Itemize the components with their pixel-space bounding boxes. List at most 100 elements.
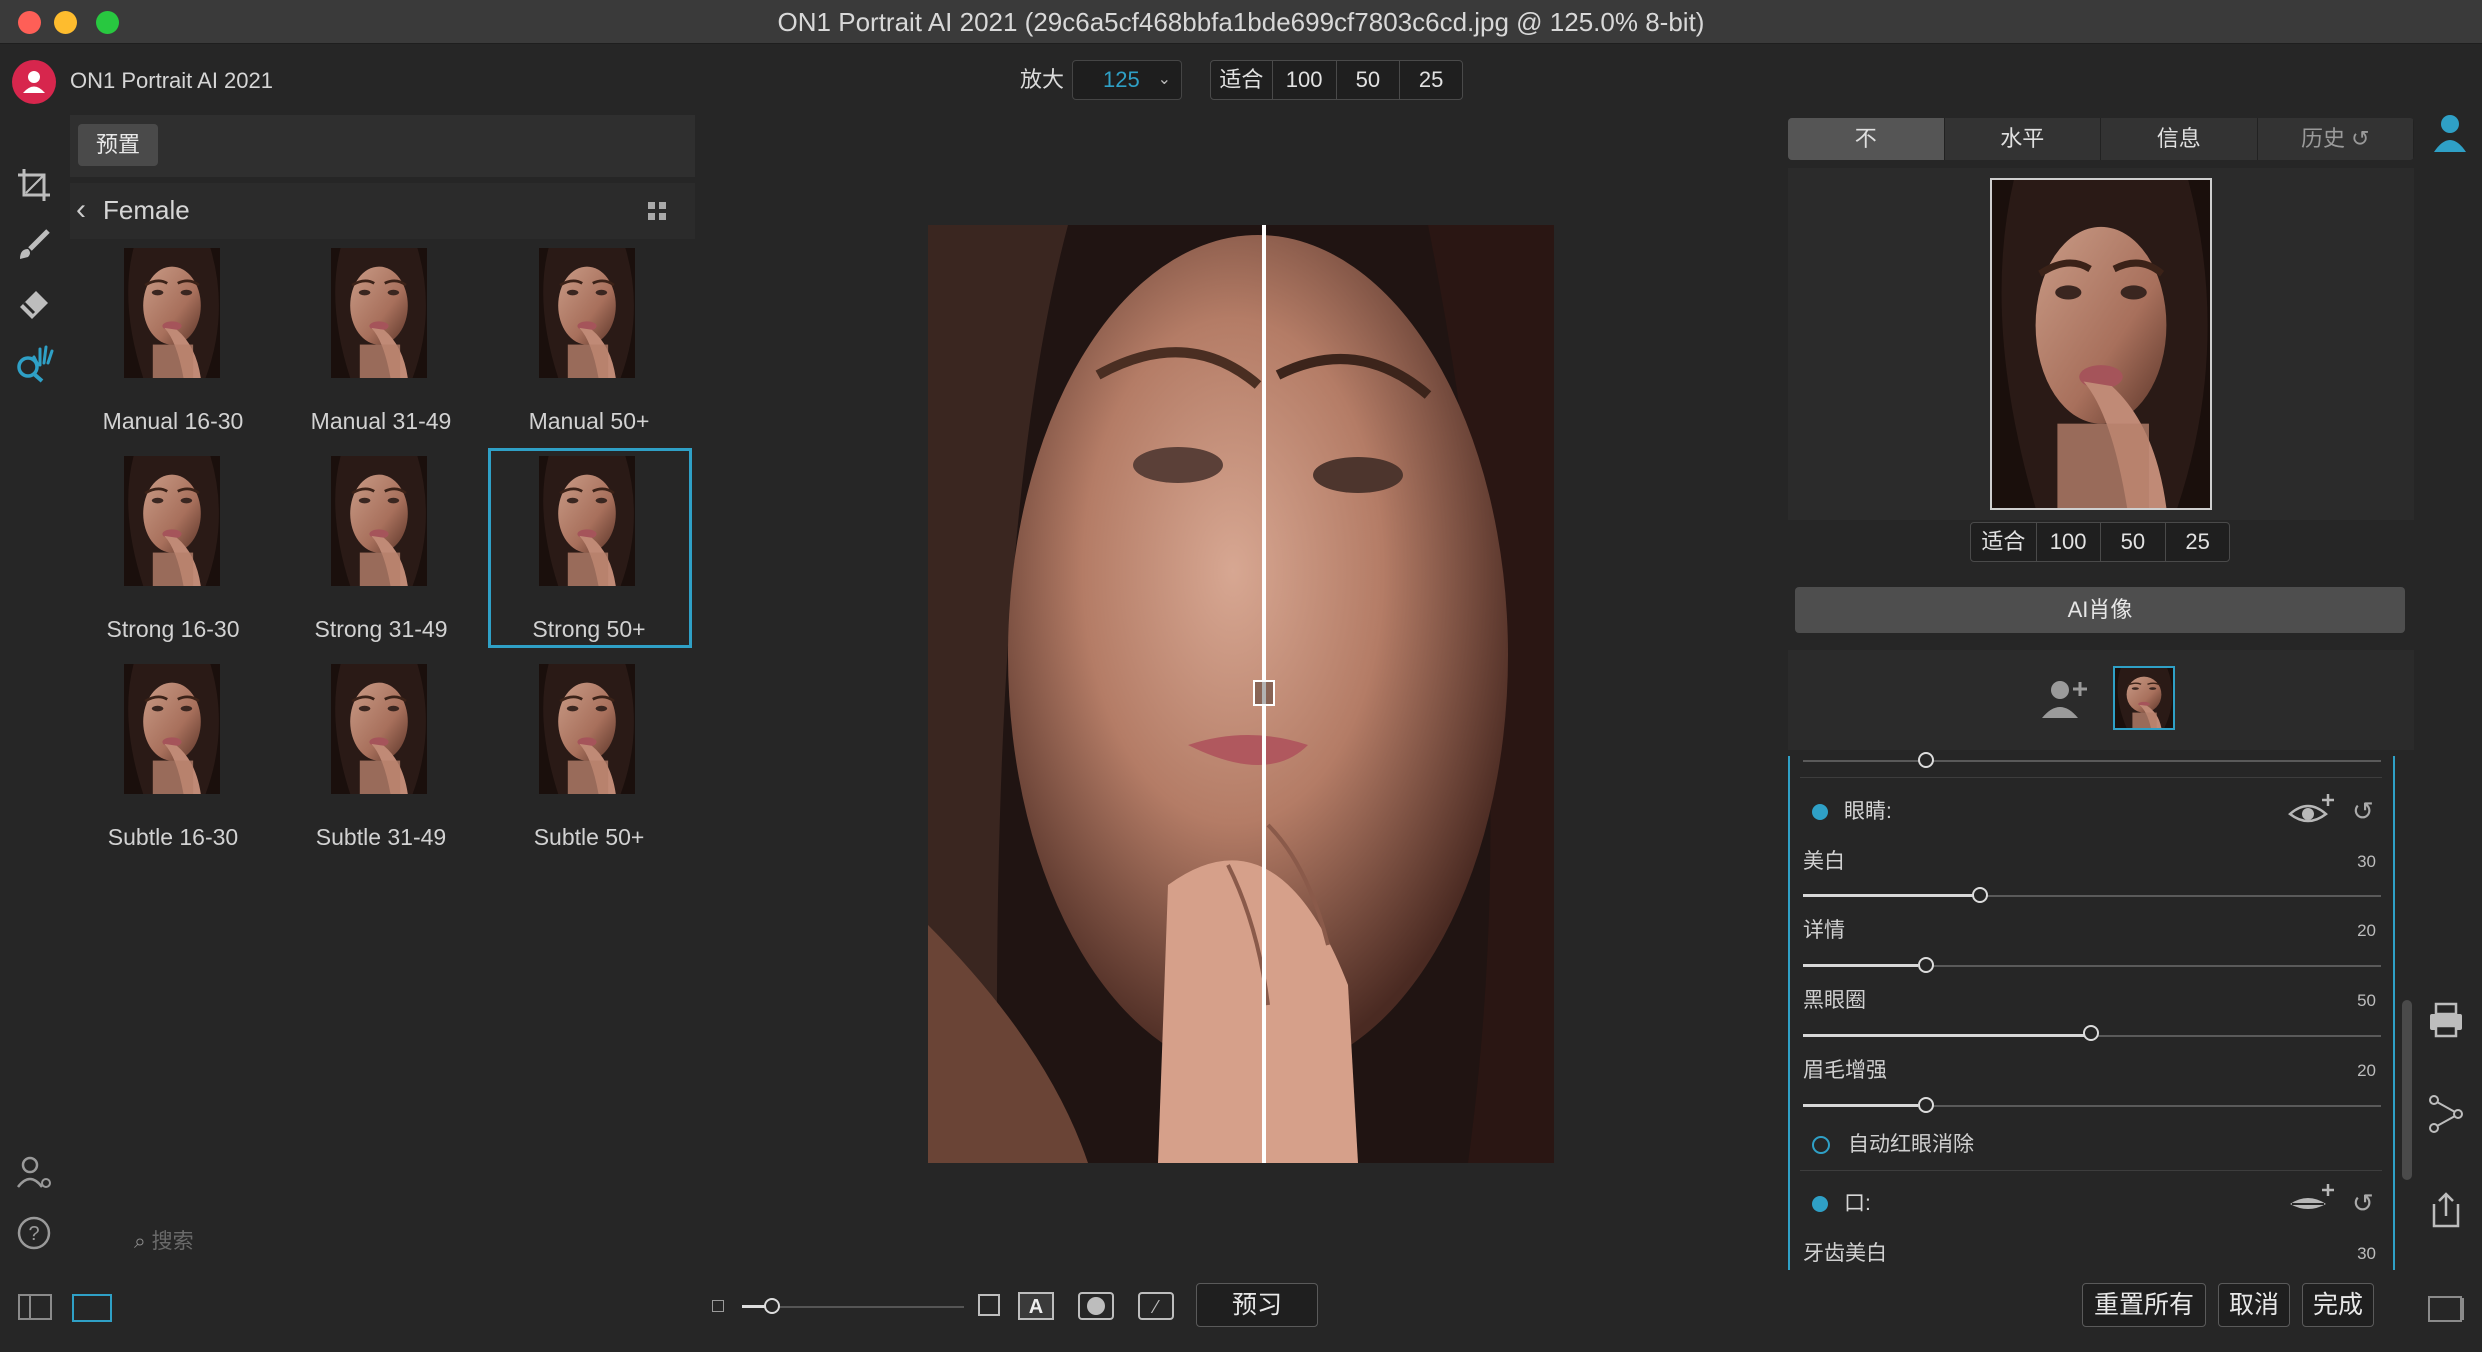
detail-label: 详情 (1803, 919, 1845, 942)
zoom-presets: 适合 100 50 25 (1210, 60, 1463, 100)
ai-portrait-header[interactable]: AI肖像 (1795, 587, 2405, 633)
preset-label[interactable]: Strong 31-49 (281, 614, 481, 644)
preset-label[interactable]: Subtle 50+ (489, 822, 689, 852)
divider (1800, 1170, 2382, 1171)
tab-level[interactable]: 水平 (1945, 118, 2101, 160)
reset-eyes-icon[interactable]: ↺ (2352, 796, 2382, 826)
nav-25-button[interactable]: 25 (2166, 523, 2229, 561)
eye-add-icon[interactable] (2288, 792, 2336, 828)
user-profile-icon[interactable] (2430, 110, 2470, 154)
app-logo-icon (12, 60, 56, 104)
done-button[interactable]: 完成 (2302, 1283, 2374, 1327)
reset-all-button[interactable]: 重置所有 (2082, 1283, 2206, 1327)
eyes-enabled-indicator[interactable] (1812, 804, 1828, 820)
detail-slider-fill (1803, 964, 1918, 967)
navigator-thumbnail[interactable] (1990, 178, 2212, 510)
detail-value: 20 (2357, 921, 2376, 940)
teeth-whitening-label: 牙齿美白 (1803, 1242, 1887, 1265)
zoom-label: 放大 (1020, 67, 1065, 92)
toggle-right-panel-icon[interactable] (2428, 1296, 2464, 1322)
add-face-icon[interactable] (2040, 676, 2092, 720)
brush-tool-icon[interactable] (14, 225, 54, 265)
single-view-icon[interactable] (72, 1294, 112, 1322)
preset-thumbnail[interactable] (124, 248, 220, 378)
back-chevron-icon[interactable]: ‹ (76, 186, 86, 234)
red-eye-checkbox[interactable] (1812, 1136, 1830, 1154)
preset-category-label[interactable]: Female (103, 192, 190, 228)
mask-view-icon[interactable] (1078, 1292, 1114, 1320)
print-icon[interactable] (2426, 1000, 2466, 1040)
divider (1800, 777, 2382, 778)
panel-scrollbar[interactable] (2402, 1000, 2412, 1180)
brow-enhance-slider-knob[interactable] (1918, 1097, 1934, 1113)
mouth-enabled-indicator[interactable] (1812, 1196, 1828, 1212)
text-overlay-icon[interactable]: A (1018, 1292, 1054, 1320)
export-icon[interactable] (2426, 1190, 2466, 1230)
toggle-left-panel-icon[interactable] (18, 1294, 52, 1320)
red-eye-label: 自动红眼消除 (1848, 1133, 1974, 1156)
eyes-section-header: 眼睛: (1844, 800, 1892, 823)
compare-view-icon[interactable]: ⁄ (1138, 1292, 1174, 1320)
nav-fit-button[interactable]: 适合 (1971, 523, 2037, 561)
preset-thumbnail[interactable] (331, 456, 427, 586)
canvas-image[interactable] (928, 225, 1554, 1163)
detail-slider-knob[interactable] (1918, 957, 1934, 973)
search-input[interactable]: ⌕ 搜索 (134, 1222, 194, 1262)
preset-thumbnail[interactable] (539, 248, 635, 378)
zoom-25-button[interactable]: 25 (1400, 61, 1462, 99)
zoom-select[interactable]: 125 ⌄ (1072, 60, 1182, 100)
dark-circles-slider-fill (1803, 1034, 2088, 1037)
preset-label[interactable]: Strong 16-30 (73, 614, 273, 644)
reset-mouth-icon[interactable]: ↺ (2352, 1188, 2382, 1218)
brow-enhance-slider-fill (1803, 1104, 1918, 1107)
window-title: ON1 Portrait AI 2021 (29c6a5cf468bbfa1bd… (777, 7, 1705, 37)
preset-thumbnail[interactable] (331, 248, 427, 378)
preset-label[interactable]: Manual 50+ (489, 406, 689, 436)
whitening-label: 美白 (1803, 850, 1845, 873)
nav-100-button[interactable]: 100 (2037, 523, 2101, 561)
svg-text:?: ? (28, 1223, 39, 1245)
preset-label[interactable]: Subtle 16-30 (73, 822, 273, 852)
retouch-tool-icon[interactable] (14, 283, 54, 323)
preset-thumbnail[interactable] (539, 664, 635, 794)
dark-circles-label: 黑眼圈 (1803, 989, 1866, 1012)
mouth-section-header: 口: (1844, 1192, 1871, 1215)
preset-label[interactable]: Subtle 31-49 (281, 822, 481, 852)
tab-history[interactable]: 历史 ↺ (2258, 118, 2414, 160)
face-tool-icon[interactable] (14, 343, 54, 383)
person-settings-icon[interactable] (14, 1153, 54, 1193)
tab-none[interactable]: 不 (1788, 118, 1945, 160)
detected-face-thumbnail[interactable] (2113, 666, 2175, 730)
help-icon[interactable]: ? (14, 1213, 54, 1253)
nav-50-button[interactable]: 50 (2101, 523, 2167, 561)
preset-label[interactable]: Manual 31-49 (281, 406, 481, 436)
cancel-button[interactable]: 取消 (2218, 1283, 2290, 1327)
whitening-value: 30 (2357, 852, 2376, 871)
tab-presets[interactable]: 预置 (78, 124, 158, 166)
preset-thumbnail[interactable] (124, 664, 220, 794)
grid-view-icon[interactable] (648, 202, 666, 220)
preview-button[interactable]: 预习 (1196, 1283, 1318, 1327)
small-thumb-icon[interactable] (712, 1300, 724, 1312)
zoom-100-button[interactable]: 100 (1273, 61, 1337, 99)
navigator-zoom-buttons: 适合 100 50 25 (1970, 522, 2230, 562)
app-name: ON1 Portrait AI 2021 (70, 68, 273, 93)
share-icon[interactable] (2426, 1094, 2466, 1134)
crop-tool-icon[interactable] (14, 165, 54, 205)
zoom-fit-button[interactable]: 适合 (1211, 61, 1273, 99)
large-thumb-icon[interactable] (978, 1294, 1000, 1316)
preset-thumbnail[interactable] (124, 456, 220, 586)
preset-label[interactable]: Manual 16-30 (73, 406, 273, 436)
preview-size-slider-knob[interactable] (764, 1298, 780, 1314)
dark-circles-slider-knob[interactable] (2083, 1025, 2099, 1041)
preset-thumbnail[interactable] (331, 664, 427, 794)
tab-info[interactable]: 信息 (2101, 118, 2258, 160)
zoom-50-button[interactable]: 50 (1337, 61, 1401, 99)
slider-knob[interactable] (1918, 752, 1934, 768)
split-handle[interactable] (1253, 680, 1275, 706)
brow-enhance-label: 眉毛增强 (1803, 1059, 1887, 1082)
right-panel-tabs: 不 水平 信息 历史 ↺ (1788, 118, 2414, 160)
lips-add-icon[interactable] (2288, 1182, 2336, 1218)
whitening-slider-knob[interactable] (1972, 887, 1988, 903)
slider-track[interactable] (1803, 760, 2381, 762)
